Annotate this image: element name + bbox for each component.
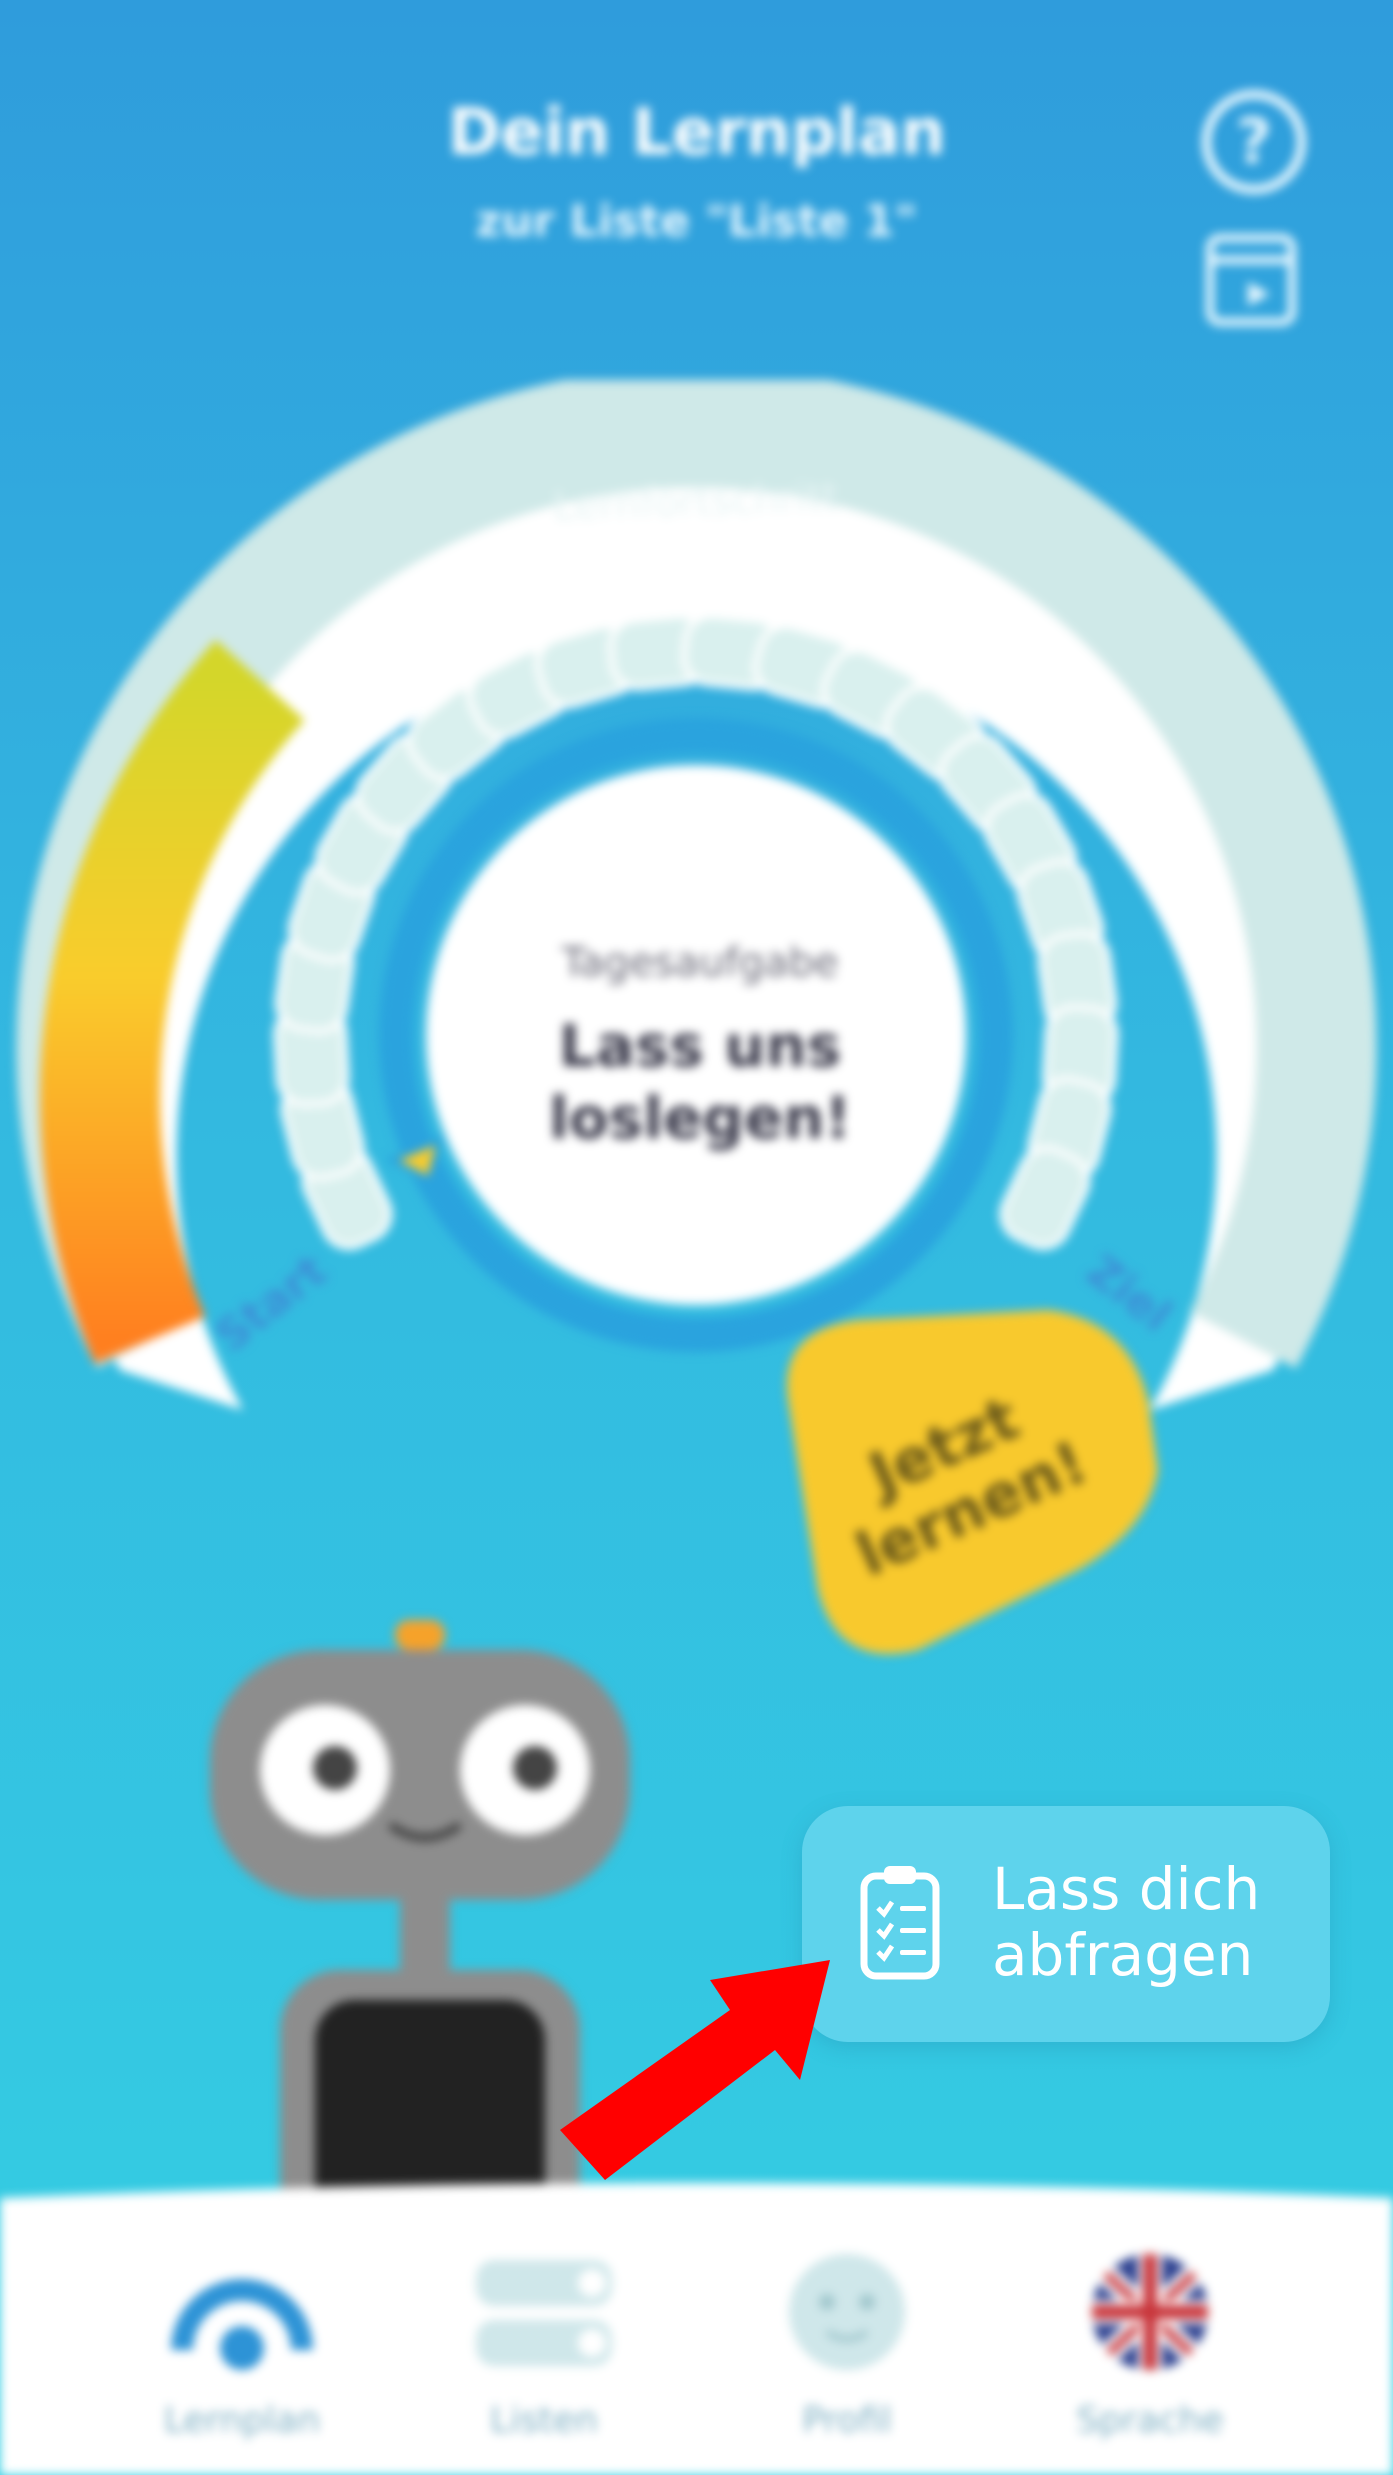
daily-task-caption: Tagesaufgabe bbox=[561, 940, 839, 986]
start-label: Start bbox=[206, 1245, 336, 1362]
uk-flag-icon bbox=[1092, 2254, 1208, 2370]
tab-label: Profil bbox=[802, 2400, 892, 2441]
tab-label: Listen bbox=[490, 2400, 598, 2441]
tab-listen[interactable]: Listen bbox=[424, 2240, 664, 2460]
page-subtitle: zur Liste "Liste 1" bbox=[475, 196, 918, 247]
profile-face-icon bbox=[789, 2254, 905, 2370]
quiz-me-label: Lass dich abfragen bbox=[992, 1855, 1261, 1989]
red-arrow-icon bbox=[560, 1960, 830, 2180]
calendar-icon[interactable] bbox=[1206, 234, 1296, 326]
tab-label: Lernplan bbox=[163, 2400, 321, 2441]
learning-plan-icon bbox=[171, 2279, 313, 2370]
tab-profil[interactable]: Profil bbox=[727, 2240, 967, 2460]
tab-lernplan[interactable]: Lernplan bbox=[122, 2240, 362, 2460]
tab-sprache[interactable]: Sprache bbox=[1030, 2240, 1270, 2460]
clipboard-checklist-icon bbox=[860, 1866, 940, 1980]
help-icon[interactable]: ? bbox=[1202, 90, 1306, 194]
page-title: Dein Lernplan bbox=[447, 96, 946, 170]
progress-gauge: Lernfortschritt Start Ziel bbox=[16, 380, 1377, 1411]
quiz-me-button[interactable]: Lass dich abfragen bbox=[802, 1806, 1330, 2042]
lists-icon bbox=[476, 2260, 612, 2366]
daily-task-message: Lass uns loslegen! bbox=[548, 1012, 852, 1152]
tab-label: Sprache bbox=[1076, 2400, 1224, 2441]
learn-now-button[interactable]: Jetzt lernen! bbox=[748, 1290, 1168, 1670]
app-screen: Dein Lernplan zur Liste "Liste 1" ? Lern… bbox=[0, 0, 1393, 2475]
